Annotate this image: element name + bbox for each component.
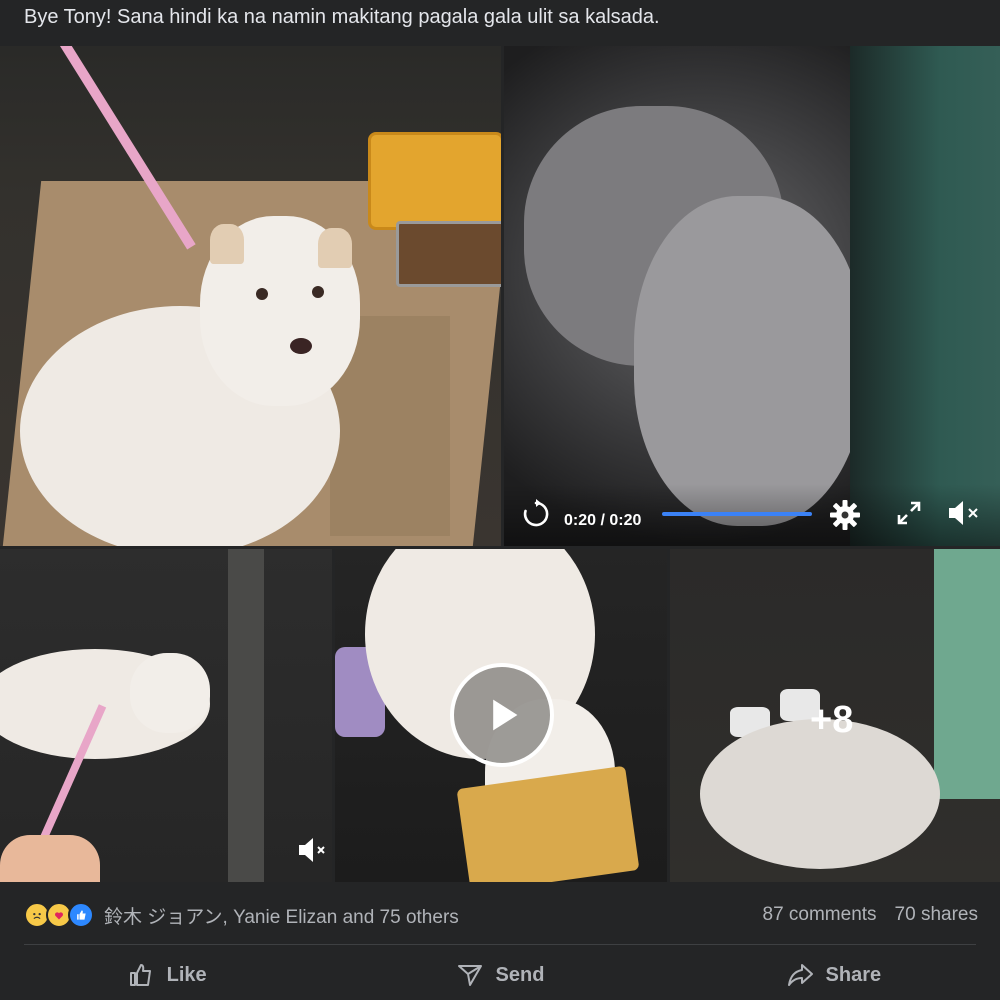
reactions-names: 鈴木 ジョアン, Yanie Elizan and 75 others (104, 906, 459, 928)
video-time: 0:20 / 0:20 (564, 512, 642, 529)
like-icon (68, 902, 94, 928)
video-player[interactable]: 0:20 / 0:20 (504, 46, 1000, 546)
video-progress-bar[interactable] (662, 512, 812, 516)
replay-icon[interactable] (520, 498, 552, 530)
send-button[interactable]: Send (333, 952, 666, 998)
mute-icon[interactable] (296, 835, 330, 865)
reactions-summary[interactable]: 鈴木 ジョアン, Yanie Elizan and 75 others (24, 900, 459, 930)
play-button[interactable] (450, 663, 554, 767)
post-caption: Bye Tony! Sana hindi ka na namin makitan… (24, 6, 660, 28)
share-label: Share (825, 963, 882, 986)
like-label: Like (166, 963, 207, 986)
send-icon (457, 965, 482, 986)
post-stats: 87 comments 70 shares (763, 900, 979, 930)
thumbs-up-icon (129, 964, 151, 986)
post-actions: Like Send Share (0, 952, 1000, 998)
like-button[interactable]: Like (0, 952, 333, 998)
more-count: +8 (810, 699, 854, 741)
photo-dog-on-cardboard[interactable] (0, 46, 501, 546)
comments-count[interactable]: 87 comments (763, 904, 877, 926)
divider (24, 944, 976, 945)
fullscreen-icon[interactable] (894, 498, 924, 528)
share-icon (787, 964, 813, 986)
video-dog-on-leash[interactable] (0, 549, 332, 882)
shares-count[interactable]: 70 shares (895, 904, 978, 926)
send-label: Send (495, 963, 545, 986)
play-icon (493, 699, 518, 731)
video-dog-eating[interactable] (335, 549, 667, 882)
share-button[interactable]: Share (667, 952, 1000, 998)
gear-icon[interactable] (828, 498, 862, 532)
photo-more-media[interactable]: +8 (670, 549, 1000, 882)
mute-icon[interactable] (946, 498, 982, 528)
